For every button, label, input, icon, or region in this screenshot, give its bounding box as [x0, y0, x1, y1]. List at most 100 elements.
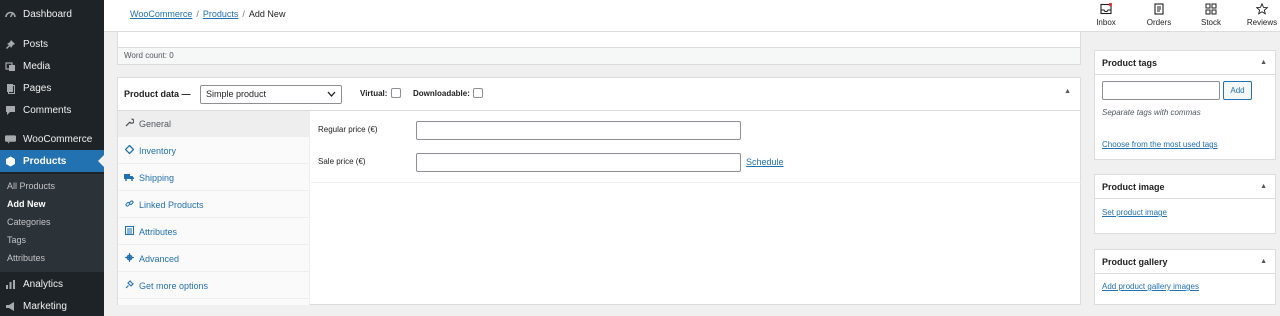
gear-icon	[124, 253, 134, 264]
set-product-image-link[interactable]: Set product image	[1102, 208, 1167, 217]
sidebar-item-label: Media	[23, 60, 51, 72]
stock-icon	[1205, 3, 1217, 15]
tab-general[interactable]: General	[118, 111, 310, 137]
fields-divider	[311, 182, 1081, 183]
collapse-toggle-icon[interactable]: ▲	[1260, 183, 1267, 190]
woocommerce-icon	[5, 134, 16, 145]
dashboard-icon	[5, 9, 16, 20]
tags-help-text: Separate tags with commas	[1102, 108, 1201, 117]
wrench-icon	[124, 118, 134, 129]
virtual-label: Virtual:	[360, 89, 388, 98]
box-title: Product gallery	[1102, 257, 1168, 267]
star-icon	[1255, 2, 1269, 15]
sidebar-separator	[0, 122, 104, 127]
breadcrumb: WooCommerce / Products / Add New	[130, 9, 286, 19]
submenu-item-add-new[interactable]: Add New	[7, 199, 46, 209]
tab-linked-products[interactable]: Linked Products	[118, 192, 310, 218]
orders-label: Orders	[1146, 18, 1172, 27]
tab-get-more-options[interactable]: Get more options	[118, 273, 310, 299]
sidebar-item-woocommerce[interactable]: WooCommerce	[0, 128, 104, 150]
stock-button[interactable]: Stock	[1191, 2, 1231, 30]
regular-price-label: Regular price (€)	[318, 125, 378, 134]
sidebar-item-posts[interactable]: Posts	[0, 33, 104, 55]
inbox-label: Inbox	[1096, 18, 1116, 27]
diamond-icon	[124, 144, 134, 156]
tab-inventory[interactable]: Inventory	[118, 138, 310, 164]
word-count: Word count: 0	[124, 51, 174, 60]
stock-label: Stock	[1200, 18, 1221, 27]
product-type-select[interactable]: Simple product	[200, 85, 342, 104]
tab-label: Attributes	[139, 226, 178, 237]
box-title: Product image	[1102, 182, 1165, 192]
products-submenu: All Products Add New Categories Tags Att…	[0, 174, 104, 272]
comment-icon	[5, 105, 16, 116]
sidebar-item-label: Products	[23, 155, 67, 167]
add-tag-button[interactable]: Add	[1223, 81, 1252, 100]
sidebar-item-label: Posts	[23, 38, 49, 50]
media-icon	[5, 61, 16, 72]
reviews-button[interactable]: Reviews	[1242, 2, 1280, 30]
virtual-checkbox[interactable]	[391, 88, 401, 98]
product-image-box: Product image ▲ Set product image	[1094, 174, 1276, 234]
breadcrumb-woocommerce-link[interactable]: WooCommerce	[130, 9, 192, 19]
submenu-item-all-products[interactable]: All Products	[7, 181, 55, 191]
sale-price-input[interactable]	[416, 153, 741, 172]
orders-button[interactable]: Orders	[1139, 2, 1179, 30]
tab-label: Advanced	[139, 253, 180, 264]
schedule-link[interactable]: Schedule	[746, 157, 784, 167]
tab-label: Get more options	[139, 280, 209, 291]
box-icon	[5, 156, 16, 167]
box-header: Product image ▲	[1095, 175, 1275, 199]
collapse-toggle-icon[interactable]: ▲	[1260, 59, 1267, 66]
submenu-item-categories[interactable]: Categories	[7, 217, 51, 227]
admin-sidebar: Dashboard Posts Media Pages Comments Woo…	[0, 0, 104, 316]
product-data-header: Product data — Simple product Virtual: D…	[118, 78, 1080, 111]
sidebar-item-label: Marketing	[23, 300, 67, 312]
box-header: Product tags ▲	[1095, 51, 1275, 75]
most-used-tags-link[interactable]: Choose from the most used tags	[1102, 140, 1218, 149]
tab-label: Inventory	[139, 145, 177, 156]
sidebar-item-media[interactable]: Media	[0, 55, 104, 77]
collapse-toggle-icon[interactable]: ▲	[1064, 88, 1071, 95]
downloadable-checkbox[interactable]	[473, 88, 483, 98]
bar-chart-icon	[5, 279, 16, 290]
sidebar-item-comments[interactable]: Comments	[0, 99, 104, 121]
tab-label: General	[139, 118, 172, 129]
regular-price-input[interactable]	[416, 121, 741, 140]
sidebar-item-dashboard[interactable]: Dashboard	[0, 3, 104, 25]
link-icon	[124, 199, 134, 210]
content-editor[interactable]: Word count: 0	[117, 32, 1081, 65]
submenu-item-tags[interactable]: Tags	[7, 235, 26, 245]
inbox-icon	[1100, 2, 1113, 15]
sidebar-separator	[0, 27, 104, 32]
tab-shipping[interactable]: Shipping	[118, 165, 310, 191]
product-data-box: Product data — Simple product Virtual: D…	[117, 77, 1081, 305]
editor-status-bar: Word count: 0	[118, 47, 1080, 64]
product-tags-box: Product tags ▲ Add Separate tags with co…	[1094, 50, 1276, 160]
inbox-button[interactable]: Inbox	[1086, 2, 1126, 30]
tags-input[interactable]	[1102, 81, 1220, 100]
orders-icon	[1153, 3, 1165, 15]
sidebar-item-marketing[interactable]: Marketing	[0, 295, 104, 316]
submenu-item-attributes[interactable]: Attributes	[7, 253, 45, 263]
add-gallery-images-link[interactable]: Add product gallery images	[1102, 282, 1199, 291]
downloadable-label: Downloadable:	[413, 89, 470, 98]
sidebar-item-label: Dashboard	[23, 8, 72, 20]
tab-label: Shipping	[139, 172, 175, 183]
box-title: Product tags	[1102, 58, 1158, 68]
product-data-title: Product data —	[124, 89, 191, 99]
pin-icon	[5, 39, 16, 50]
tab-attributes[interactable]: Attributes	[118, 219, 310, 245]
page-icon	[5, 83, 16, 94]
sidebar-item-pages[interactable]: Pages	[0, 77, 104, 99]
tab-label: Linked Products	[139, 199, 204, 210]
box-header: Product gallery ▲	[1095, 250, 1275, 274]
collapse-toggle-icon[interactable]: ▲	[1260, 258, 1267, 265]
top-header: WooCommerce / Products / Add New Inbox Order…	[104, 0, 1280, 32]
breadcrumb-current: Add New	[248, 9, 286, 19]
sidebar-item-products[interactable]: Products	[0, 150, 104, 172]
breadcrumb-products-link[interactable]: Products	[203, 9, 239, 19]
sidebar-item-analytics[interactable]: Analytics	[0, 273, 104, 295]
chevron-down-icon	[327, 86, 336, 109]
tab-advanced[interactable]: Advanced	[118, 246, 310, 272]
